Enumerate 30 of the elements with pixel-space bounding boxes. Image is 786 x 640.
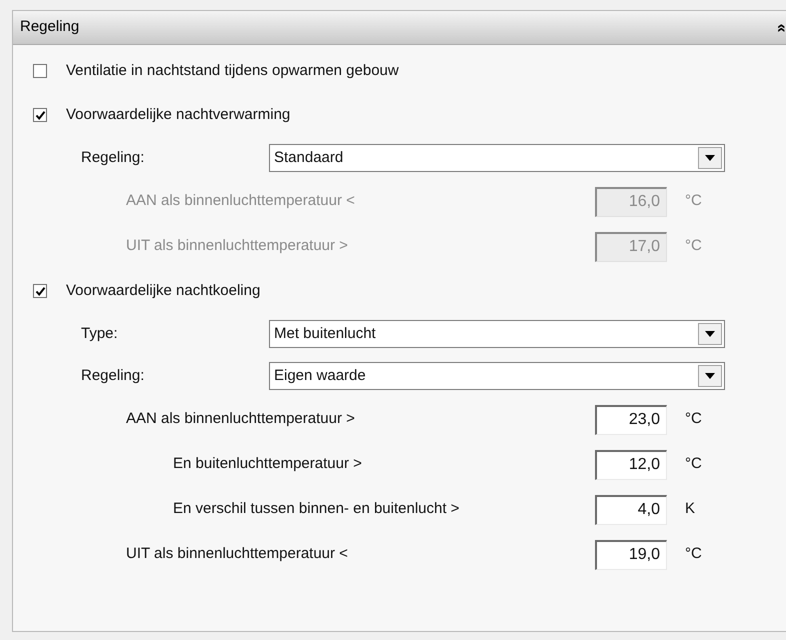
collapse-button[interactable]: » bbox=[774, 23, 786, 32]
checkbox-label: Ventilatie in nachtstand tijdens opwarmen gebouw bbox=[66, 60, 399, 81]
unit-label: °C bbox=[685, 409, 702, 430]
dropdown[interactable]: Eigen waarde bbox=[269, 362, 725, 390]
dropdown[interactable]: Standaard bbox=[269, 144, 725, 172]
unit-label: K bbox=[685, 499, 696, 520]
panel-title: Regeling bbox=[20, 17, 80, 38]
checkbox-label: Voorwaardelijke nachtkoeling bbox=[66, 280, 260, 301]
number-field[interactable]: 19,0 bbox=[595, 540, 667, 570]
number-field[interactable]: 12,0 bbox=[595, 450, 667, 480]
field-label: AAN als binnenluchttemperatuur > bbox=[126, 409, 356, 430]
checkbox[interactable] bbox=[33, 64, 47, 78]
unit-label: °C bbox=[685, 544, 702, 564]
field-label: En verschil tussen binnen- en buitenlucht > bbox=[173, 499, 460, 520]
checkbox-label: Voorwaardelijke nachtverwarming bbox=[66, 104, 290, 125]
field-label: UIT als binnenluchttemperatuur > bbox=[126, 236, 349, 256]
unit-label: °C bbox=[685, 236, 702, 256]
dropdown[interactable]: Met buitenlucht bbox=[269, 320, 725, 348]
field-label: En buitenluchttemperatuur > bbox=[173, 454, 363, 474]
checkbox[interactable] bbox=[33, 108, 47, 122]
unit-label: °C bbox=[685, 454, 702, 474]
field-label: AAN als binnenluchttemperatuur < bbox=[126, 191, 356, 212]
field-label: Regeling: bbox=[81, 366, 146, 386]
checkbox[interactable] bbox=[33, 284, 47, 298]
field-label: Type: bbox=[81, 324, 119, 344]
field-label: Regeling: bbox=[81, 148, 146, 168]
number-field[interactable]: 4,0 bbox=[595, 494, 667, 524]
unit-label: °C bbox=[685, 191, 702, 212]
field-label: UIT als binnenluchttemperatuur < bbox=[126, 544, 349, 564]
number-field[interactable]: 23,0 bbox=[595, 404, 667, 434]
